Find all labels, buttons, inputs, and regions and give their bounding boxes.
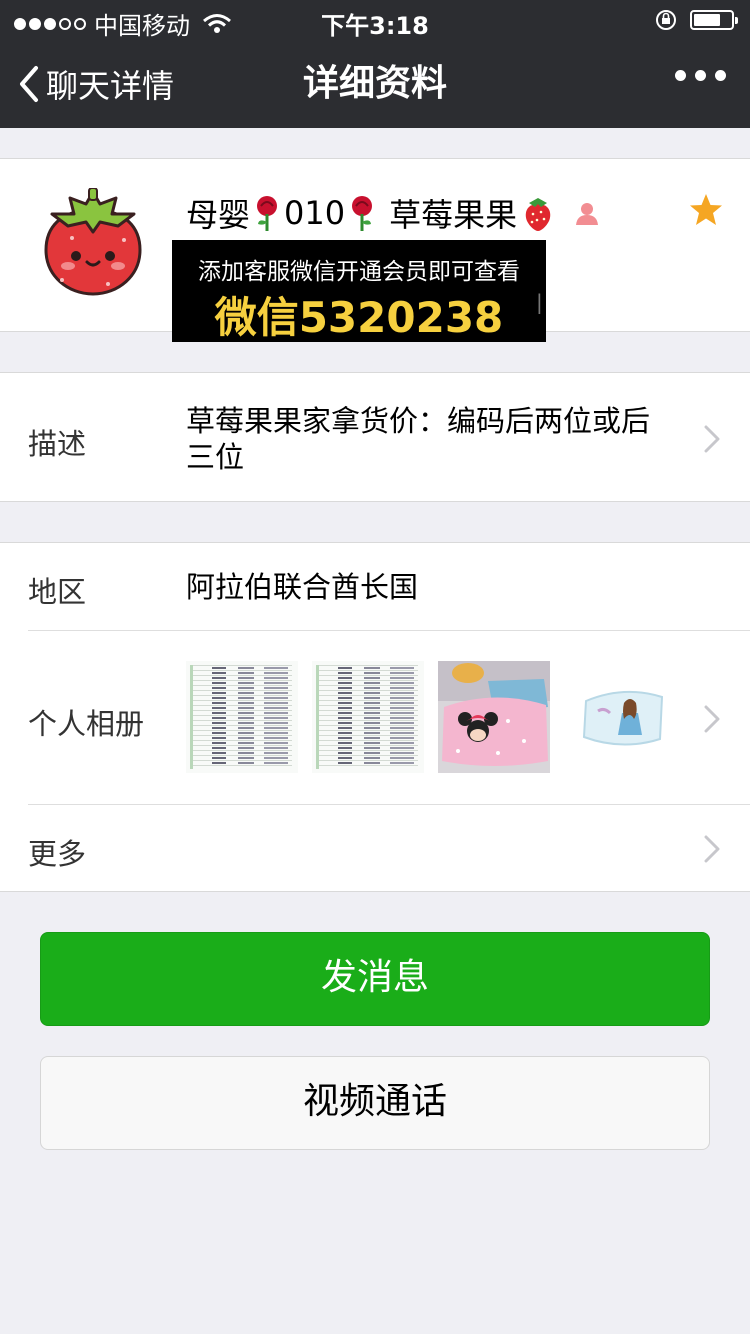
navigation-bar: 聊天详情 详细资料 (0, 40, 750, 128)
region-row: 地区 阿拉伯联合酋长国 (0, 543, 750, 630)
description-value-line-1: 草莓果果家拿货价：编码后两位或后 (186, 404, 651, 438)
name-part-3: 草莓果果 (389, 196, 518, 234)
strawberry-emoji-icon (525, 198, 551, 231)
region-value: 阿拉伯联合酋长国 (186, 570, 419, 604)
description-value-line-2: 三位 (186, 440, 245, 474)
album-thumbnail-spreadsheet[interactable] (186, 661, 298, 773)
ad-line-2: 微信5320238 (214, 293, 504, 342)
page-title: 详细资料 (302, 63, 447, 104)
star-icon[interactable] (688, 192, 724, 228)
album-thumbnail-pillow-photo[interactable] (564, 661, 676, 773)
female-gender-icon (576, 203, 599, 225)
more-options-button[interactable] (675, 70, 726, 81)
description-row[interactable]: 描述 草莓果果家拿货价：编码后两位或后 三位 (0, 372, 750, 502)
name-part-1: 母婴 (186, 196, 251, 234)
album-thumbnail-pillow-photo[interactable] (438, 661, 550, 773)
rose-emoji-icon (257, 196, 278, 231)
album-label: 个人相册 (28, 707, 145, 741)
send-message-button[interactable]: 发消息 (40, 932, 710, 1026)
obscured-text-fragment: | (536, 290, 543, 314)
name-part-2: 010 (284, 194, 346, 232)
status-time: 下午3:18 (321, 12, 429, 40)
video-call-button[interactable]: 视频通话 (40, 1056, 710, 1150)
ad-line-1: 添加客服微信开通会员即可查看 (198, 259, 520, 285)
chevron-right-icon (704, 835, 720, 863)
strawberry-avatar[interactable] (42, 188, 144, 298)
more-row[interactable]: 更多 (0, 805, 750, 891)
ad-overlay: 添加客服微信开通会员即可查看 微信5320238 (172, 240, 546, 342)
chevron-right-icon (704, 425, 720, 453)
contact-name: 母婴 010 草莓果果 (186, 190, 601, 236)
rose-emoji-icon (352, 196, 373, 231)
description-label: 描述 (28, 427, 87, 461)
region-label: 地区 (28, 575, 87, 609)
status-bar: 中国移动 下午3:18 (0, 0, 750, 40)
chevron-right-icon (704, 705, 720, 733)
album-thumbnail-spreadsheet[interactable] (312, 661, 424, 773)
rotation-lock-icon (656, 10, 676, 30)
battery-icon (690, 10, 738, 30)
more-label: 更多 (28, 837, 87, 871)
